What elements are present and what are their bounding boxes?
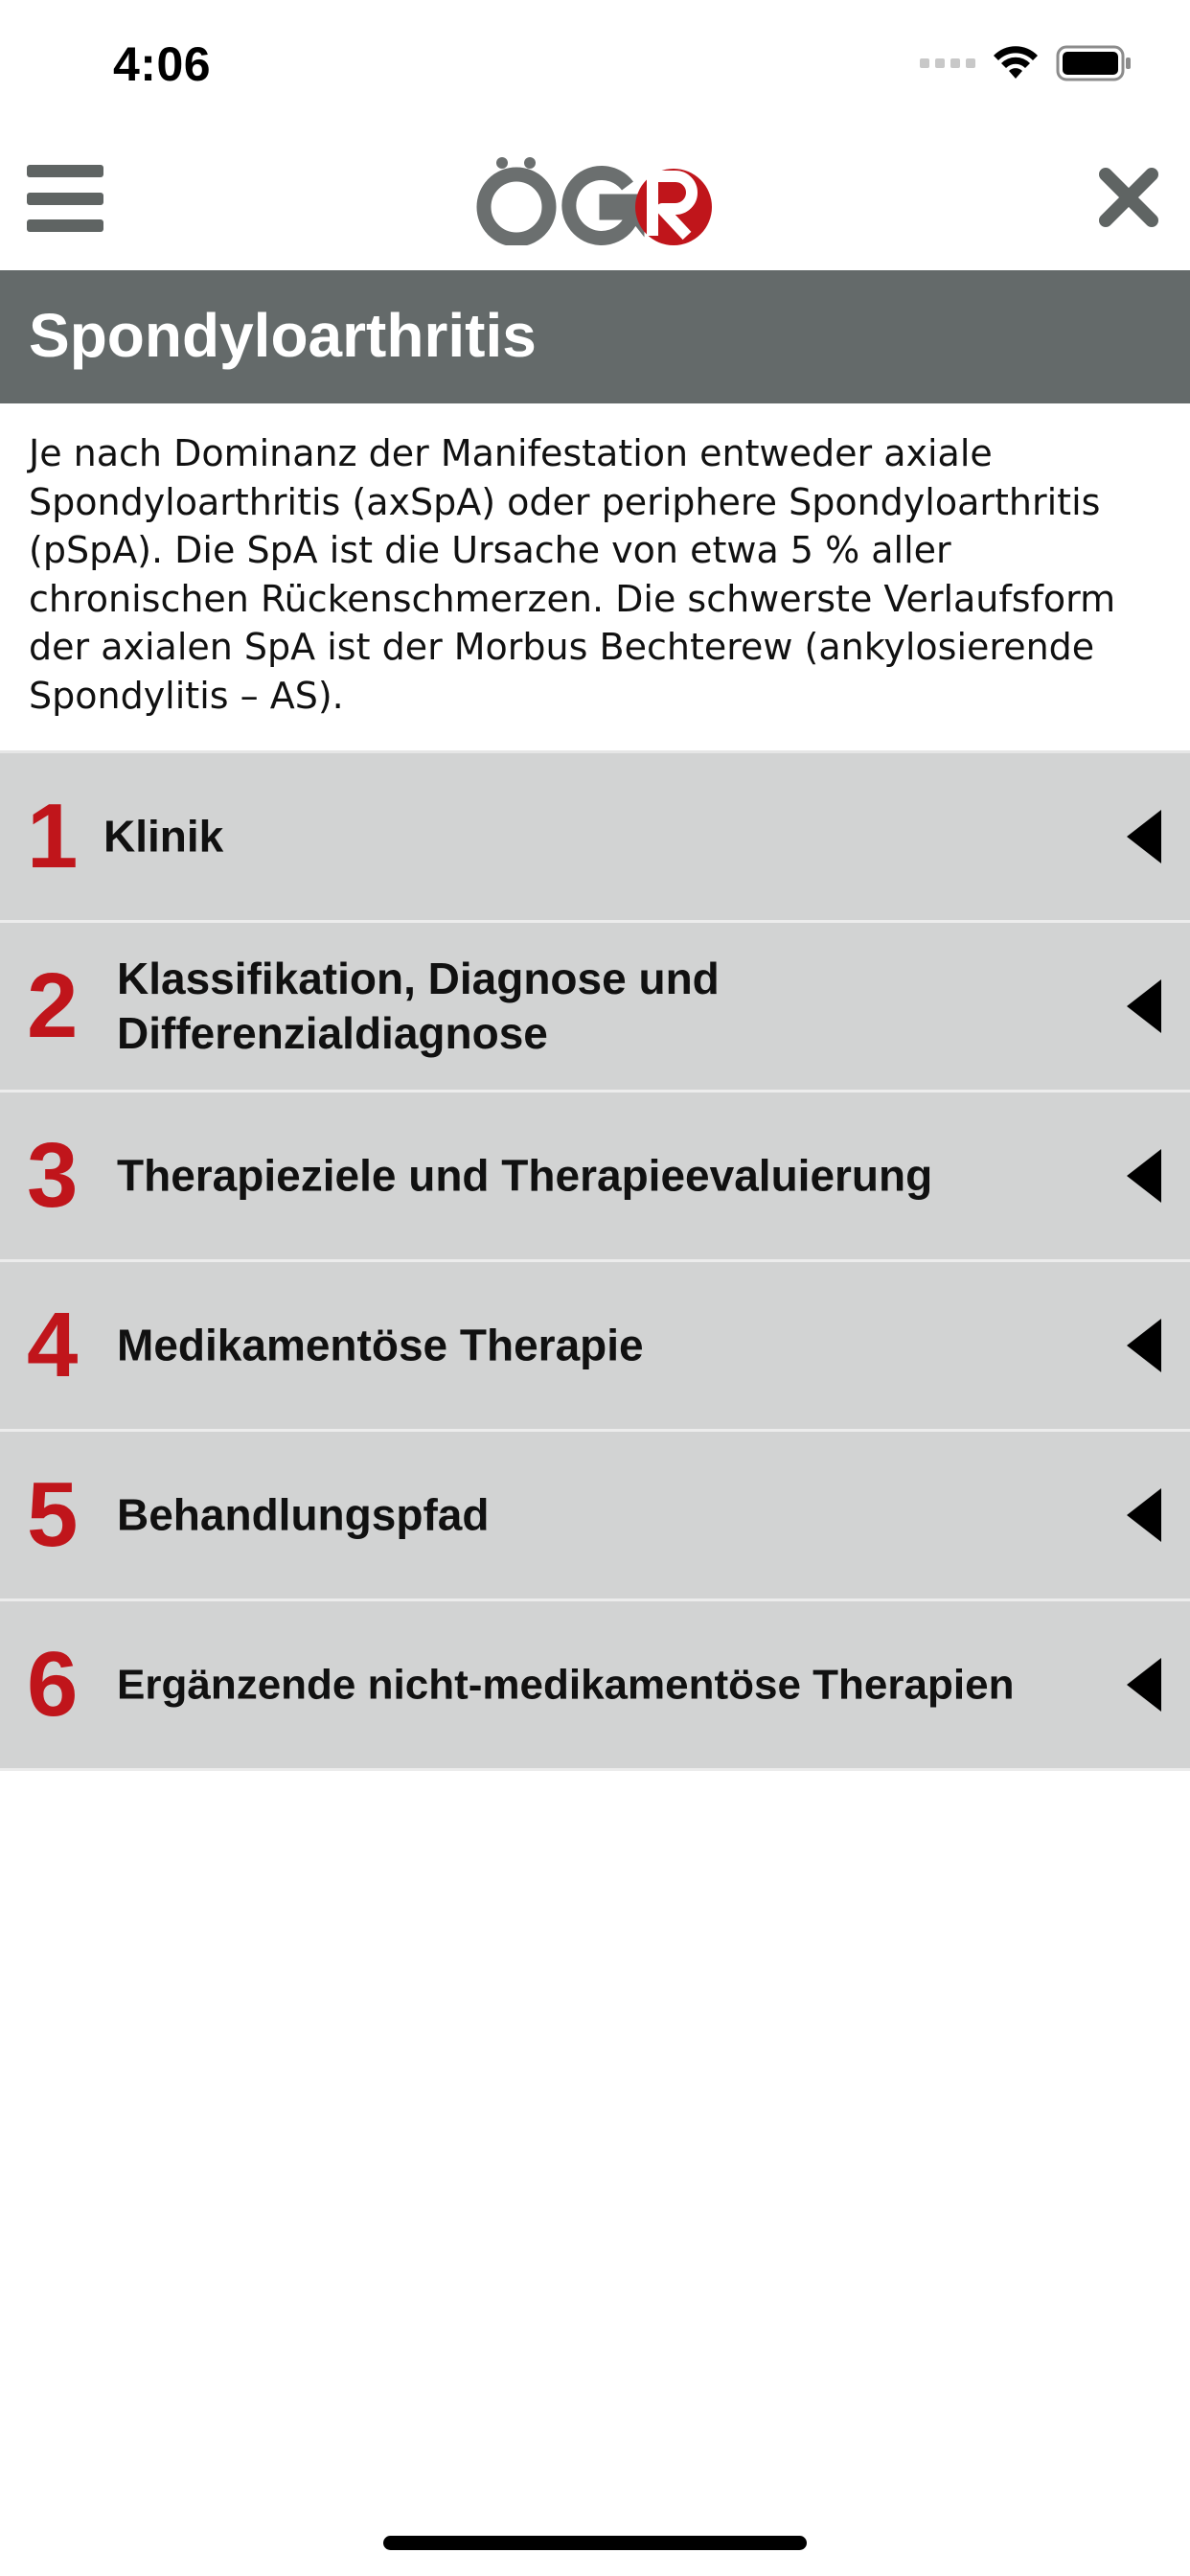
section-row-behandlungspfad[interactable]: 5 Behandlungspfad	[0, 1432, 1190, 1601]
intro-line: chronischen Rückenschmerzen. Die schwers…	[29, 577, 1116, 620]
intro-line: der axialen SpA ist der Morbus Bechterew…	[29, 626, 1095, 668]
chevron-left-icon	[1127, 1658, 1161, 1712]
section-label: Behandlungspfad	[117, 1489, 490, 1540]
section-number: 5	[27, 1463, 79, 1566]
status-icons	[920, 42, 1133, 84]
section-row-klassifikation[interactable]: 2 Klassifikation, Diagnose und Differenz…	[0, 923, 1190, 1092]
intro-line: (pSpA). Die SpA ist die Ursache von etwa…	[29, 529, 951, 571]
intro-line: Spondylitis – AS).	[29, 674, 344, 717]
section-label: Klassifikation, Diagnose und Differenzia…	[117, 954, 720, 1058]
intro-paragraph: Je nach Dominanz der Manifestation entwe…	[29, 429, 1159, 720]
section-label: Ergänzende nicht-medikamentöse Therapien	[117, 1661, 1015, 1709]
chevron-left-icon	[1127, 1488, 1161, 1542]
section-label: Medikamentöse Therapie	[117, 1320, 644, 1370]
status-bar: 4:06	[0, 0, 1190, 125]
battery-icon	[1056, 45, 1131, 81]
title-bar: Spondyloarthritis	[0, 270, 1190, 403]
chevron-left-icon	[1127, 979, 1161, 1033]
cellular-signal-icon	[920, 58, 975, 68]
section-number: 1	[27, 785, 79, 887]
section-list: 1 Klinik 2 Klassifikation, Diagnose und …	[0, 750, 1190, 1771]
navbar	[0, 125, 1190, 270]
section-row-therapieziele[interactable]: 3 Therapieziele und Therapieevaluierung	[0, 1092, 1190, 1262]
section-number: 2	[27, 954, 79, 1057]
section-number: 4	[27, 1294, 79, 1396]
ogr-logo	[476, 157, 712, 245]
intro-line: Je nach Dominanz der Manifestation entwe…	[29, 432, 993, 474]
wifi-icon	[994, 46, 1038, 79]
status-time: 4:06	[113, 37, 212, 91]
chevron-left-icon	[1127, 1149, 1161, 1203]
section-row-klinik[interactable]: 1 Klinik	[0, 753, 1190, 923]
section-label: Therapieziele und Therapieevaluierung	[117, 1150, 933, 1201]
hamburger-menu-icon[interactable]	[27, 165, 103, 232]
section-label: Klinik	[103, 811, 224, 862]
chevron-left-icon	[1127, 810, 1161, 863]
page-title: Spondyloarthritis	[29, 301, 537, 370]
section-row-ergaenzende-therapien[interactable]: 6 Ergänzende nicht-medikamentöse Therapi…	[0, 1601, 1190, 1771]
chevron-left-icon	[1127, 1319, 1161, 1372]
close-icon[interactable]	[1098, 167, 1159, 228]
section-row-medikamentoese-therapie[interactable]: 4 Medikamentöse Therapie	[0, 1262, 1190, 1432]
section-number: 3	[27, 1124, 79, 1227]
intro-line: Spondyloarthritis (axSpA) oder periphere…	[29, 480, 1101, 523]
section-number: 6	[27, 1633, 79, 1736]
home-indicator[interactable]	[383, 2536, 807, 2550]
